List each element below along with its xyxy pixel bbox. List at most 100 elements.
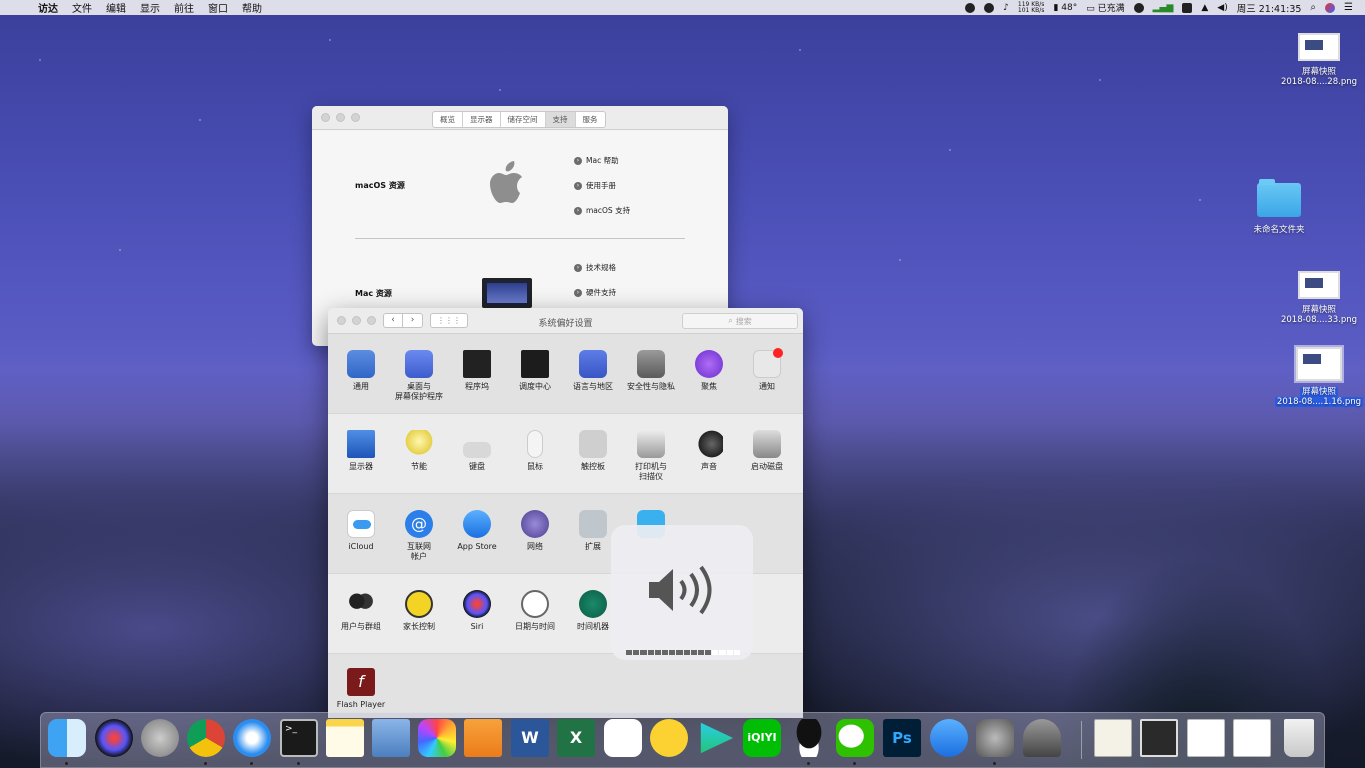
dock-word[interactable]: W	[510, 719, 550, 759]
pref-general[interactable]: 通用	[332, 350, 390, 392]
link-label: Mac 帮助	[586, 156, 619, 165]
pref-label: 聚焦	[701, 382, 717, 391]
dock-stack-screenshot-3[interactable]	[1232, 719, 1272, 759]
wechat-status-icon[interactable]	[984, 2, 995, 13]
pref-notifications[interactable]: 通知	[738, 348, 796, 392]
menu-help[interactable]: 帮助	[242, 0, 262, 15]
pref-parental-controls[interactable]: 家长控制	[390, 590, 448, 632]
pref-flash-player[interactable]: f Flash Player	[332, 668, 390, 710]
tab-overview[interactable]: 概览	[433, 112, 463, 127]
battery-status[interactable]: ▭ 已充满	[1086, 1, 1124, 14]
dock-siri[interactable]	[94, 719, 134, 759]
apple-menu-icon[interactable]	[14, 3, 28, 13]
dock-wechat[interactable]	[835, 719, 875, 765]
dock-finder[interactable]	[47, 719, 87, 765]
dock-iqiyi[interactable]: iQIYI	[742, 719, 782, 759]
link-macos-support[interactable]: › macOS 支持	[574, 205, 630, 216]
dock-safari[interactable]	[232, 719, 272, 765]
tab-storage[interactable]: 储存空间	[501, 112, 546, 127]
dock-preview[interactable]	[371, 719, 411, 759]
pref-keyboard[interactable]: 键盘	[448, 430, 506, 472]
desktop-file-screenshot-1[interactable]: 屏幕快照 2018-08....28.png	[1274, 33, 1364, 87]
dock-stack-screenshot-2[interactable]	[1186, 719, 1226, 759]
close-button[interactable]	[321, 113, 330, 122]
pref-startup-disk[interactable]: 启动磁盘	[738, 430, 796, 472]
pref-dock[interactable]: 程序坞	[448, 350, 506, 392]
pref-icloud[interactable]: iCloud	[332, 510, 390, 552]
pref-spotlight[interactable]: 聚焦	[680, 350, 738, 392]
dock-trash[interactable]	[1279, 719, 1319, 759]
pref-trackpad[interactable]: 触控板	[564, 430, 622, 472]
dock-launchpad[interactable]	[140, 719, 180, 759]
menu-clock[interactable]: 周三 21:41:35	[1237, 1, 1302, 15]
siri-menu-icon[interactable]	[1325, 2, 1336, 13]
pref-sound[interactable]: 声音	[680, 430, 738, 472]
qq-status-icon[interactable]	[965, 2, 976, 13]
dock-terminal[interactable]: >_	[279, 719, 319, 765]
link-user-manual[interactable]: › 使用手册	[574, 180, 616, 191]
tab-displays[interactable]: 显示器	[463, 112, 501, 127]
desktop-folder-untitled[interactable]: 未命名文件夹	[1234, 179, 1324, 235]
menu-finder[interactable]: 访达	[38, 0, 58, 15]
spotlight-search-icon[interactable]: ⌕	[1310, 2, 1316, 13]
wifi-icon[interactable]: ▲	[1201, 3, 1208, 13]
menu-file[interactable]: 文件	[72, 0, 92, 15]
dock-stack-screenshot-1[interactable]	[1139, 719, 1179, 759]
pref-mission-control[interactable]: 调度中心	[506, 350, 564, 392]
dock-system-preferences[interactable]	[975, 719, 1015, 765]
pref-printers-scanners[interactable]: 打印机与 扫描仪	[622, 430, 680, 482]
airplay-icon[interactable]	[1182, 2, 1193, 13]
dock-utility[interactable]	[1022, 719, 1062, 759]
pref-displays[interactable]: 显示器	[332, 430, 390, 472]
network-speed[interactable]: 119 KB/s 101 KB/s	[1018, 1, 1045, 14]
pref-internet-accounts[interactable]: @ 互联网 帐户	[390, 510, 448, 562]
menu-go[interactable]: 前往	[174, 0, 194, 15]
utility-icon	[1023, 719, 1061, 757]
pref-label: Flash Player	[336, 700, 386, 709]
dock-photos[interactable]	[417, 719, 457, 759]
dock-notes[interactable]	[325, 719, 365, 759]
dock-baidu-netdisk[interactable]	[603, 719, 643, 759]
desktop-file-screenshot-2[interactable]: 屏幕快照 2018-08....33.png	[1274, 271, 1364, 325]
notification-center-icon[interactable]: ☰	[1344, 2, 1353, 13]
tab-service[interactable]: 服务	[576, 112, 605, 127]
menu-view[interactable]: 显示	[140, 0, 160, 15]
menu-window[interactable]: 窗口	[208, 0, 228, 15]
desktop-file-screenshot-3-selected[interactable]: 屏幕快照 2018-08....1.16.png	[1274, 345, 1364, 407]
volume-icon[interactable]: ◀)	[1217, 3, 1227, 13]
dock-video[interactable]	[696, 719, 736, 759]
pref-desktop-screensaver[interactable]: 桌面与 屏幕保护程序	[390, 350, 448, 402]
pref-date-time[interactable]: 日期与时间	[506, 590, 564, 632]
volume-step	[690, 650, 697, 655]
pref-energy-saver[interactable]: 节能	[390, 430, 448, 472]
dock-pages[interactable]	[463, 719, 503, 759]
link-mac-help[interactable]: › Mac 帮助	[574, 155, 619, 166]
menu-edit[interactable]: 编辑	[106, 0, 126, 15]
search-field[interactable]: ⌕ 搜索	[682, 313, 798, 329]
dock-app-store[interactable]	[929, 719, 969, 759]
pref-language-region[interactable]: 语言与地区	[564, 350, 622, 392]
link-tech-specs[interactable]: › 技术规格	[574, 262, 616, 273]
zoom-button[interactable]	[351, 113, 360, 122]
dock-qq[interactable]	[789, 719, 829, 765]
pref-network[interactable]: 网络	[506, 510, 564, 552]
dock-stack-certificate[interactable]	[1093, 719, 1133, 759]
pref-siri[interactable]: Siri	[448, 590, 506, 632]
music-note-icon[interactable]: ♪	[1003, 3, 1009, 13]
pref-users-groups[interactable]: 用户与群组	[332, 590, 390, 632]
signal-bars-icon[interactable]: ▂▄▆	[1153, 3, 1174, 13]
vpn-icon[interactable]	[1133, 2, 1144, 13]
temperature[interactable]: ▮ 48°	[1053, 3, 1077, 13]
pref-mouse[interactable]: 鼠标	[506, 430, 564, 472]
pref-label: 声音	[701, 462, 717, 471]
dock-photoshop[interactable]: Ps	[882, 719, 922, 759]
at-sign-icon: @	[405, 510, 433, 538]
dock-qq-music[interactable]	[649, 719, 689, 759]
dock-chrome[interactable]	[186, 719, 226, 765]
tab-support[interactable]: 支持	[545, 112, 576, 127]
minimize-button[interactable]	[336, 113, 345, 122]
pref-app-store[interactable]: App Store	[448, 510, 506, 552]
pref-security-privacy[interactable]: 安全性与隐私	[622, 350, 680, 392]
dock-excel[interactable]: X	[556, 719, 596, 759]
link-hardware-support[interactable]: › 硬件支持	[574, 287, 616, 298]
